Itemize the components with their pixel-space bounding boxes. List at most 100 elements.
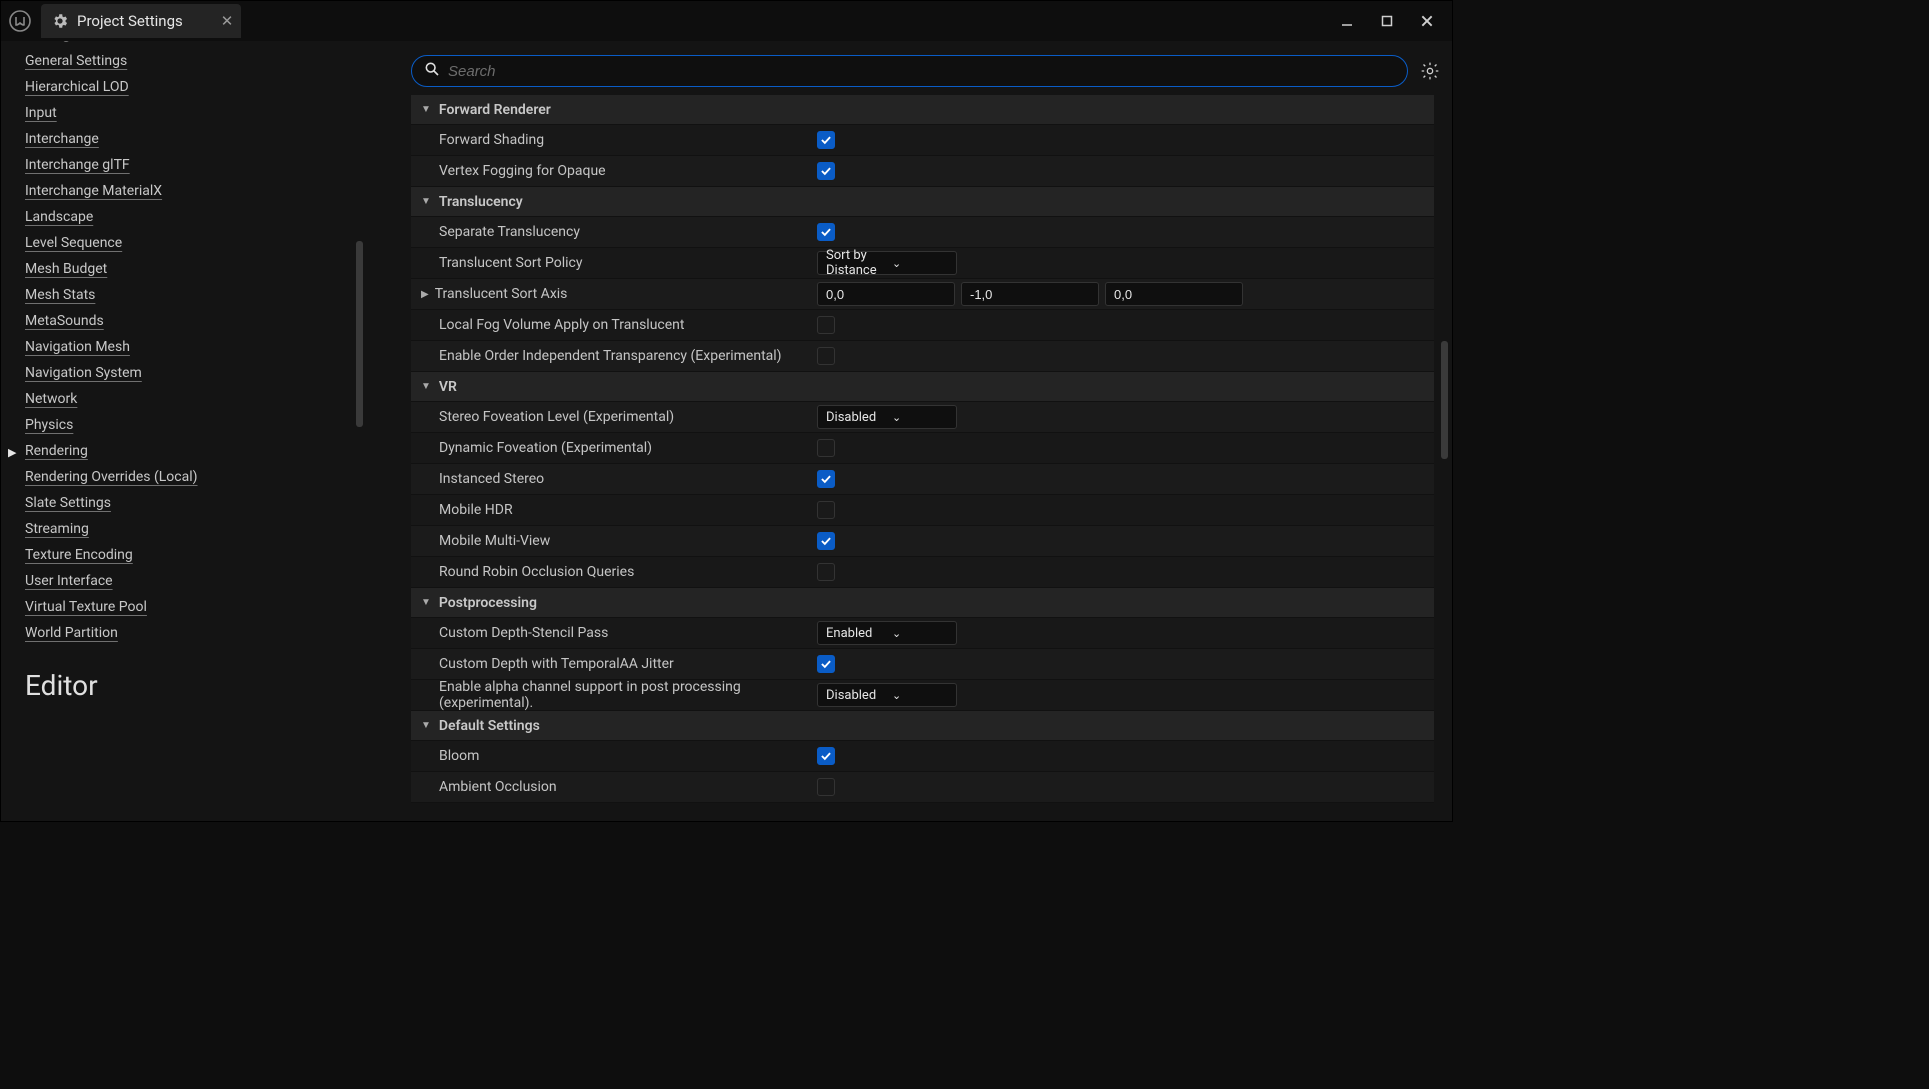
vector-component-input[interactable] (961, 282, 1099, 306)
property-row: Instanced Stereo (411, 464, 1434, 495)
search-input-container[interactable] (411, 55, 1408, 87)
sidebar-item-label: Mesh Stats (25, 285, 95, 305)
chevron-down-icon: ▼ (421, 196, 431, 207)
sidebar-item-label: Texture Encoding (25, 545, 133, 565)
property-row: Mobile HDR (411, 495, 1434, 526)
property-value (811, 439, 1408, 457)
checkbox[interactable] (817, 470, 835, 488)
sidebar-item-label: General Settings (25, 51, 127, 71)
property-value (811, 282, 1408, 306)
sidebar-item-world-partition[interactable]: World Partition (25, 623, 369, 643)
dropdown[interactable]: Enabled⌄ (817, 621, 957, 645)
checkbox[interactable] (817, 778, 835, 796)
checkbox[interactable] (817, 563, 835, 581)
property-label: Instanced Stereo (411, 471, 811, 487)
property-label: Stereo Foveation Level (Experimental) (411, 409, 811, 425)
sidebar-section-heading: Editor (25, 669, 369, 702)
sidebar-item-interchange[interactable]: Interchange (25, 129, 369, 149)
sidebar-item-interchange-materialx[interactable]: Interchange MaterialX (25, 181, 369, 201)
sidebar-item-label: Mesh Budget (25, 259, 107, 279)
checkbox[interactable] (817, 439, 835, 457)
sidebar-clipped-top[interactable]: Garbage Collection (25, 41, 144, 45)
property-row: Enable alpha channel support in post pro… (411, 680, 1434, 711)
dropdown[interactable]: Sort by Distance⌄ (817, 251, 957, 275)
sidebar-item-label: Level Sequence (25, 233, 122, 253)
sidebar-item-texture-encoding[interactable]: Texture Encoding (25, 545, 369, 565)
sidebar-item-virtual-texture-pool[interactable]: Virtual Texture Pool (25, 597, 369, 617)
group-title: Forward Renderer (439, 102, 551, 118)
checkbox[interactable] (817, 501, 835, 519)
sidebar-item-navigation-system[interactable]: Navigation System (25, 363, 369, 383)
settings-gear-button[interactable] (1418, 59, 1442, 83)
property-value (811, 470, 1408, 488)
checkbox[interactable] (817, 162, 835, 180)
sidebar-item-rendering[interactable]: ▶Rendering (25, 441, 369, 461)
sidebar-item-label: Virtual Texture Pool (25, 597, 147, 617)
group-header-forward-renderer[interactable]: ▼Forward Renderer (411, 95, 1434, 125)
checkbox[interactable] (817, 532, 835, 550)
checkbox[interactable] (817, 223, 835, 241)
sidebar-item-navigation-mesh[interactable]: Navigation Mesh (25, 337, 369, 357)
dropdown[interactable]: Disabled⌄ (817, 683, 957, 707)
sidebar-item-level-sequence[interactable]: Level Sequence (25, 233, 369, 253)
sidebar-item-landscape[interactable]: Landscape (25, 207, 369, 227)
group-header-translucency[interactable]: ▼Translucency (411, 187, 1434, 217)
property-value: Sort by Distance⌄ (811, 251, 1408, 275)
tab-project-settings[interactable]: Project Settings ✕ (41, 4, 241, 38)
checkbox[interactable] (817, 747, 835, 765)
group-header-postprocessing[interactable]: ▼ Postprocessing (411, 588, 1434, 618)
sidebar-item-label: User Interface (25, 571, 113, 591)
main-scrollbar[interactable] (1441, 341, 1448, 459)
property-label: Mobile HDR (411, 502, 811, 518)
property-value: Disabled⌄ (811, 683, 1408, 707)
property-row: Enable Order Independent Transparency (E… (411, 341, 1434, 372)
chevron-down-icon: ▼ (421, 597, 431, 608)
sidebar-item-network[interactable]: Network (25, 389, 369, 409)
property-value (811, 162, 1408, 180)
property-row: Vertex Fogging for Opaque (411, 156, 1434, 187)
group-title: Postprocessing (439, 595, 537, 611)
vector-component-input[interactable] (1105, 282, 1243, 306)
sidebar-item-label: Navigation Mesh (25, 337, 130, 357)
sidebar-item-mesh-budget[interactable]: Mesh Budget (25, 259, 369, 279)
sidebar-item-mesh-stats[interactable]: Mesh Stats (25, 285, 369, 305)
property-value (811, 655, 1408, 673)
search-input[interactable] (440, 63, 1395, 80)
window-maximize-button[interactable] (1376, 10, 1398, 32)
expand-arrow-icon[interactable]: ▶ (421, 289, 429, 300)
group-title: VR (439, 379, 457, 395)
sidebar-item-streaming[interactable]: Streaming (25, 519, 369, 539)
group-header-default-settings[interactable]: ▼Default Settings (411, 711, 1434, 741)
property-value (811, 223, 1408, 241)
sidebar-item-interchange-gltf[interactable]: Interchange glTF (25, 155, 369, 175)
property-label: Vertex Fogging for Opaque (411, 163, 811, 179)
sidebar-item-user-interface[interactable]: User Interface (25, 571, 369, 591)
sidebar-item-label: Rendering Overrides (Local) (25, 467, 198, 487)
property-label: Custom Depth-Stencil Pass (411, 625, 811, 641)
sidebar-item-metasounds[interactable]: MetaSounds (25, 311, 369, 331)
vector-component-input[interactable] (817, 282, 955, 306)
window-close-button[interactable] (1416, 10, 1438, 32)
tab-close-button[interactable]: ✕ (191, 12, 234, 30)
sidebar-item-general-settings[interactable]: General Settings (25, 51, 369, 71)
sidebar-item-physics[interactable]: Physics (25, 415, 369, 435)
property-row: Custom Depth with TemporalAA Jitter (411, 649, 1434, 680)
checkbox[interactable] (817, 347, 835, 365)
dropdown[interactable]: Disabled⌄ (817, 405, 957, 429)
property-value (811, 501, 1408, 519)
sidebar-item-slate-settings[interactable]: Slate Settings (25, 493, 369, 513)
sidebar-item-label: World Partition (25, 623, 118, 643)
group-header-vr[interactable]: ▼ VR (411, 372, 1434, 402)
property-value (811, 316, 1408, 334)
chevron-down-icon: ▼ (421, 381, 431, 392)
chevron-down-icon: ⌄ (892, 627, 948, 640)
sidebar-item-input[interactable]: Input (25, 103, 369, 123)
checkbox[interactable] (817, 655, 835, 673)
window-minimize-button[interactable] (1336, 10, 1358, 32)
sidebar-item-hierarchical-lod[interactable]: Hierarchical LOD (25, 77, 369, 97)
dropdown-value: Disabled (826, 410, 882, 425)
checkbox[interactable] (817, 131, 835, 149)
sidebar-item-rendering-overrides-local-[interactable]: Rendering Overrides (Local) (25, 467, 369, 487)
checkbox[interactable] (817, 316, 835, 334)
sidebar-scrollbar[interactable] (356, 241, 363, 427)
